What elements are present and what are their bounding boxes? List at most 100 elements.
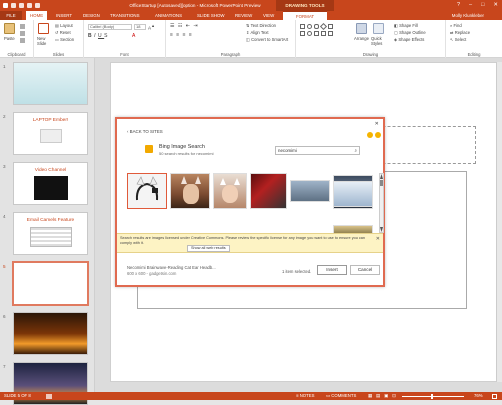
tab-view[interactable]: VIEW [259,11,278,20]
shape-effects-button[interactable]: ◈ Shape Effects [394,37,424,42]
convert-smartart-button[interactable]: ◫ Convert to SmartArt [246,37,288,42]
slide-thumbnail-6[interactable] [13,312,88,355]
slide-thumbnail-4[interactable]: Email Camels Feature [13,212,88,255]
start-slideshow-icon[interactable] [35,3,40,8]
arrange-icon[interactable] [356,23,367,34]
slide-thumbnail-5[interactable] [12,261,89,306]
result-image-article[interactable] [333,181,373,207]
result-image-product-box[interactable] [250,173,287,209]
shape-fill-button[interactable]: ◧ Shape Fill [394,23,418,28]
insert-button[interactable]: Insert [317,265,347,275]
result-image-girl-ears[interactable] [170,173,210,209]
font-style-buttons[interactable]: BIUS [88,33,110,39]
shape-rounded-icon[interactable] [314,24,319,29]
font-name-dropdown[interactable]: Calibri (Body) [88,24,132,30]
shape-diamond-icon[interactable] [319,22,328,31]
tab-home[interactable]: HOME [26,11,48,20]
replace-button[interactable]: ⇄ Replace [450,30,470,35]
notes-button[interactable]: ≡ NOTES [296,392,315,400]
zoom-level[interactable]: 76% [474,392,483,400]
shape-brace-icon[interactable] [328,31,333,36]
result-image-necomimi[interactable] [127,173,167,209]
thumbnail-number: 7 [3,364,6,369]
reset-button[interactable]: ↺ Reset [55,30,71,35]
back-to-sites-link[interactable]: ‹ BACK TO SITES [127,129,163,134]
font-size-dropdown[interactable]: 18 [134,24,146,30]
arrange-button[interactable]: Arrange [354,36,369,41]
restore-button[interactable]: □ [481,0,484,11]
close-button[interactable]: ✕ [493,0,498,11]
save-icon[interactable] [11,3,16,8]
cancel-button[interactable]: Cancel [350,265,380,275]
shape-line-icon[interactable] [328,24,333,29]
grow-font-icon[interactable]: A▲ [148,24,155,31]
slide-thumbnail-2[interactable]: LAPTOP Ember! [13,112,88,155]
scroll-down-icon[interactable] [380,227,383,232]
comments-button[interactable]: ▭ COMMENTS [326,392,356,400]
tab-design[interactable]: DESIGN [79,11,104,20]
slide-thumbnail-1[interactable] [13,62,88,105]
shape-outline-button[interactable]: ▢ Shape Outline [394,30,426,35]
section-button[interactable]: ▭ Section [55,37,74,42]
results-scrollbar[interactable] [379,173,384,233]
align-text-label: Align Text [250,30,269,35]
bullets-icon[interactable]: ☰ ☷ ⇤ ⇥ [170,23,199,29]
shape-star-icon[interactable] [321,31,326,36]
smiley-icon[interactable] [367,132,373,138]
powerpoint-icon[interactable] [3,3,8,8]
scroll-thumb[interactable] [380,180,383,186]
dialog-close-button[interactable]: ✕ [375,121,379,127]
quick-styles-icon[interactable] [373,23,384,34]
copy-icon[interactable] [20,31,25,36]
paste-icon[interactable] [4,23,15,34]
tab-slide-show[interactable]: SLIDE SHOW [193,11,229,20]
slide-thumbnail-3[interactable]: Video Channel [13,162,88,205]
new-slide-icon[interactable] [38,23,49,34]
fit-to-window-icon[interactable] [492,393,497,399]
tab-insert[interactable]: INSERT [52,11,76,20]
align-text-button[interactable]: ⇕ Align Text [246,30,269,35]
undo-icon[interactable] [19,3,24,8]
cut-icon[interactable] [20,24,25,29]
zoom-slider-thumb[interactable] [431,393,433,399]
shape-oval-icon[interactable] [307,24,312,29]
tab-transitions[interactable]: TRANSITIONS [106,11,144,20]
tab-review[interactable]: REVIEW [231,11,256,20]
result-image-girl-smile[interactable] [213,173,247,209]
user-name[interactable]: Molly Klunkleber [452,11,484,20]
tab-file[interactable]: FILE [0,11,22,20]
shape-callout-icon[interactable] [314,31,319,36]
show-all-web-results-button[interactable]: Show all web results [187,245,230,252]
redo-icon[interactable] [27,3,32,8]
search-input[interactable]: necomimi ⌕ [275,146,360,155]
shape-circle-icon[interactable] [307,31,312,36]
face-shape [222,185,238,203]
text-direction-button[interactable]: ⇅ Text Direction [246,23,276,28]
layout-button[interactable]: ▤ Layout [55,23,73,28]
notice-close-icon[interactable]: ✕ [376,236,380,242]
result-image-website[interactable] [290,180,330,202]
tab-format[interactable]: FORMAT [283,11,327,20]
spell-check-icon[interactable] [46,393,52,399]
shape-rect-icon[interactable] [300,24,305,29]
window-controls: ? – □ ✕ [457,0,498,11]
layout-label: Layout [60,23,73,28]
minimize-button[interactable]: – [469,0,472,11]
quick-styles-button[interactable]: Quick Styles [371,36,387,46]
scroll-up-icon[interactable] [380,174,383,179]
select-button[interactable]: ↖ Select [450,37,466,42]
font-color-icon[interactable]: A [132,33,135,39]
zoom-slider[interactable] [402,395,464,397]
format-painter-icon[interactable] [20,38,25,43]
find-button[interactable]: ⌕ Find [450,23,462,28]
search-icon[interactable]: ⌕ [355,147,357,154]
shape-arrow-icon[interactable] [300,31,305,36]
frown-icon[interactable] [375,132,381,138]
paste-button[interactable]: Paste [4,36,15,41]
help-icon[interactable]: ? [457,0,460,11]
view-buttons[interactable]: ▦▤▣⊡ [368,392,400,400]
tab-animations[interactable]: ANIMATIONS [151,11,186,20]
align-icons[interactable]: ≡ ≡ ≡ ≡ [170,32,193,38]
editor-scrollbar[interactable] [496,62,502,382]
new-slide-button[interactable]: New Slide [37,36,55,46]
